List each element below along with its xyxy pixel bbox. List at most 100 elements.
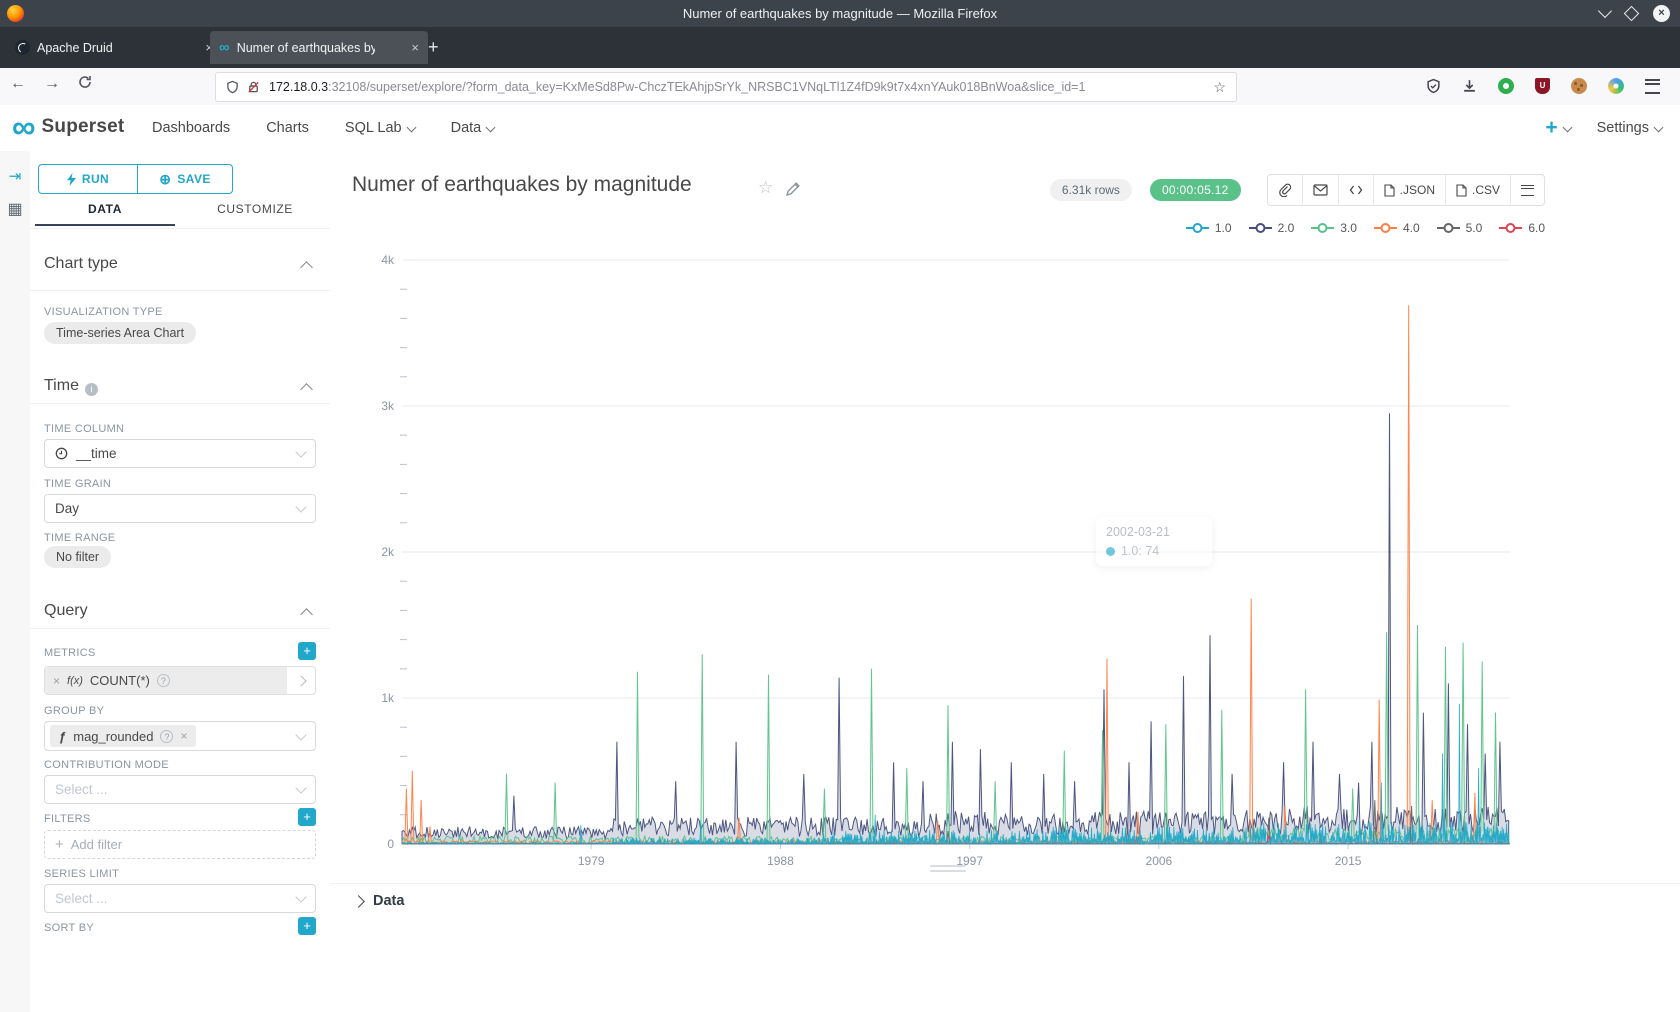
- chevron-down-icon: [486, 122, 496, 132]
- superset-navbar: ∞ Superset Dashboards Charts SQL Lab Dat…: [0, 105, 1680, 152]
- superset-tab-icon: ∞: [219, 39, 230, 56]
- close-icon[interactable]: ×: [1653, 5, 1670, 22]
- new-tab-button[interactable]: +: [428, 37, 439, 57]
- browser-tab-druid[interactable]: Apache Druid ×: [6, 31, 222, 64]
- time-column-label: TIME COLUMN: [44, 423, 124, 435]
- legend-item-1.0[interactable]: 1.0: [1185, 221, 1232, 235]
- chart-area: Numer of earthquakes by magnitude ☆ 6.31…: [330, 151, 1680, 1012]
- collapse-chevron-icon[interactable]: [300, 608, 313, 621]
- url-bar[interactable]: 172.18.0.3:32108/superset/explore/?form_…: [215, 72, 1237, 102]
- contribution-mode-select[interactable]: Select ...: [44, 775, 316, 804]
- viz-type-label: VISUALIZATION TYPE: [44, 306, 163, 318]
- collapse-chevron-icon[interactable]: [300, 261, 313, 274]
- protections-shield-icon[interactable]: [1426, 78, 1441, 94]
- timeseries-area-chart[interactable]: 01k2k3k4k19791988199720062015: [330, 244, 1680, 884]
- save-button[interactable]: ⊕ SAVE: [138, 164, 233, 194]
- window-controls: ×: [1600, 4, 1670, 22]
- chevron-down-icon: [295, 891, 306, 902]
- extension-green-icon[interactable]: [1498, 78, 1514, 94]
- data-panel-toggle[interactable]: Data: [354, 893, 404, 909]
- remove-icon[interactable]: ×: [180, 729, 187, 743]
- more-actions-button[interactable]: [1510, 175, 1544, 205]
- datasource-rail: ⇥ ▦: [0, 151, 31, 1012]
- superset-brand[interactable]: ∞ Superset: [12, 109, 124, 145]
- app-menu-icon[interactable]: [1645, 79, 1660, 94]
- browser-tab-superset[interactable]: ∞ Numer of earthquakes by ×: [210, 31, 428, 64]
- minimize-icon[interactable]: [1598, 4, 1612, 18]
- bookmark-star-icon[interactable]: ☆: [1213, 79, 1226, 96]
- legend-item-6.0[interactable]: 6.0: [1498, 221, 1545, 235]
- reload-button[interactable]: [78, 75, 92, 94]
- svg-text:2015: 2015: [1335, 854, 1362, 868]
- help-icon[interactable]: ?: [157, 674, 170, 687]
- tab-close-icon[interactable]: ×: [411, 40, 419, 55]
- container-extension-icon[interactable]: [1608, 78, 1624, 94]
- metric-item[interactable]: × f(x) COUNT(*) ?: [44, 666, 316, 695]
- group-by-value: mag_rounded: [73, 729, 153, 744]
- nav-item-data[interactable]: Data: [451, 120, 495, 136]
- time-column-select[interactable]: __time: [44, 439, 316, 468]
- email-button[interactable]: [1302, 175, 1338, 205]
- chart-tooltip: 2002-03-21 1.0: 74: [1096, 517, 1212, 566]
- remove-icon[interactable]: ×: [53, 674, 60, 688]
- legend-marker-icon: [1248, 222, 1273, 234]
- datasource-grid-icon[interactable]: ▦: [0, 199, 30, 219]
- chart-actions-group: .JSON .CSV: [1267, 174, 1545, 206]
- add-metric-button[interactable]: +: [298, 642, 316, 660]
- time-range-pill[interactable]: No filter: [44, 546, 111, 568]
- expand-panel-icon[interactable]: ⇥: [0, 167, 30, 185]
- copy-link-button[interactable]: [1268, 175, 1302, 205]
- legend-marker-icon: [1436, 222, 1461, 234]
- group-by-select[interactable]: ƒ mag_rounded ? ×: [44, 721, 316, 751]
- nav-item-dashboards[interactable]: Dashboards: [152, 120, 230, 136]
- time-grain-label: TIME GRAIN: [44, 478, 111, 490]
- nav-item-charts[interactable]: Charts: [266, 120, 309, 136]
- time-grain-select[interactable]: Day: [44, 494, 316, 523]
- series-limit-select[interactable]: Select ...: [44, 884, 316, 913]
- run-button[interactable]: RUN: [38, 164, 138, 194]
- forward-button[interactable]: →: [44, 75, 60, 94]
- legend-item-3.0[interactable]: 3.0: [1310, 221, 1357, 235]
- legend-item-5.0[interactable]: 5.0: [1436, 221, 1483, 235]
- lock-insecure-icon[interactable]: [247, 80, 260, 94]
- window-title: Numer of earthquakes by magnitude — Mozi…: [0, 6, 1680, 21]
- section-time[interactable]: Timei: [44, 377, 98, 396]
- section-query[interactable]: Query: [44, 602, 88, 620]
- collapse-chevron-icon[interactable]: [300, 383, 313, 396]
- ublock-icon[interactable]: U: [1535, 78, 1550, 94]
- tab-customize[interactable]: CUSTOMIZE: [180, 202, 330, 226]
- metrics-label: METRICS: [44, 647, 96, 659]
- tab-data[interactable]: DATA: [30, 202, 180, 226]
- edit-title-icon[interactable]: [786, 181, 801, 201]
- download-icon[interactable]: [1462, 79, 1477, 94]
- settings-menu[interactable]: Settings: [1597, 120, 1662, 136]
- add-filter-dropzone[interactable]: + Add filter: [44, 830, 316, 859]
- function-icon: ƒ: [59, 729, 66, 744]
- legend-item-2.0[interactable]: 2.0: [1248, 221, 1295, 235]
- svg-text:0: 0: [387, 837, 394, 851]
- section-chart-type[interactable]: Chart type: [44, 255, 118, 273]
- back-button[interactable]: ←: [10, 75, 26, 94]
- nav-item-sql-lab[interactable]: SQL Lab: [345, 120, 415, 136]
- viz-type-pill[interactable]: Time-series Area Chart: [44, 322, 196, 344]
- embed-code-button[interactable]: [1338, 175, 1373, 205]
- legend-item-4.0[interactable]: 4.0: [1373, 221, 1420, 235]
- favorite-star-icon[interactable]: ☆: [758, 178, 773, 198]
- add-sort-by-button[interactable]: +: [298, 917, 316, 935]
- export-csv-button[interactable]: .CSV: [1445, 175, 1510, 205]
- export-json-button[interactable]: .JSON: [1373, 175, 1445, 205]
- chevron-right-icon: [352, 895, 365, 908]
- window-titlebar: Numer of earthquakes by magnitude — Mozi…: [0, 0, 1680, 27]
- new-item-button[interactable]: +: [1545, 116, 1570, 140]
- add-filter-button[interactable]: +: [298, 808, 316, 826]
- chart-legend[interactable]: 1.0 2.0 3.0 4.0 5.0 6.0: [1185, 221, 1545, 235]
- maximize-icon[interactable]: [1624, 5, 1640, 21]
- expand-metric-icon[interactable]: [287, 677, 315, 685]
- help-icon[interactable]: ?: [160, 730, 173, 743]
- code-icon: [1349, 184, 1363, 196]
- control-panel: RUN ⊕ SAVE DATA CUSTOMIZE Chart type VIS…: [30, 151, 331, 1012]
- resize-handle[interactable]: [930, 865, 966, 875]
- cookie-extension-icon[interactable]: [1571, 78, 1587, 94]
- shield-permissions-icon[interactable]: [226, 80, 239, 94]
- svg-text:3k: 3k: [381, 399, 395, 413]
